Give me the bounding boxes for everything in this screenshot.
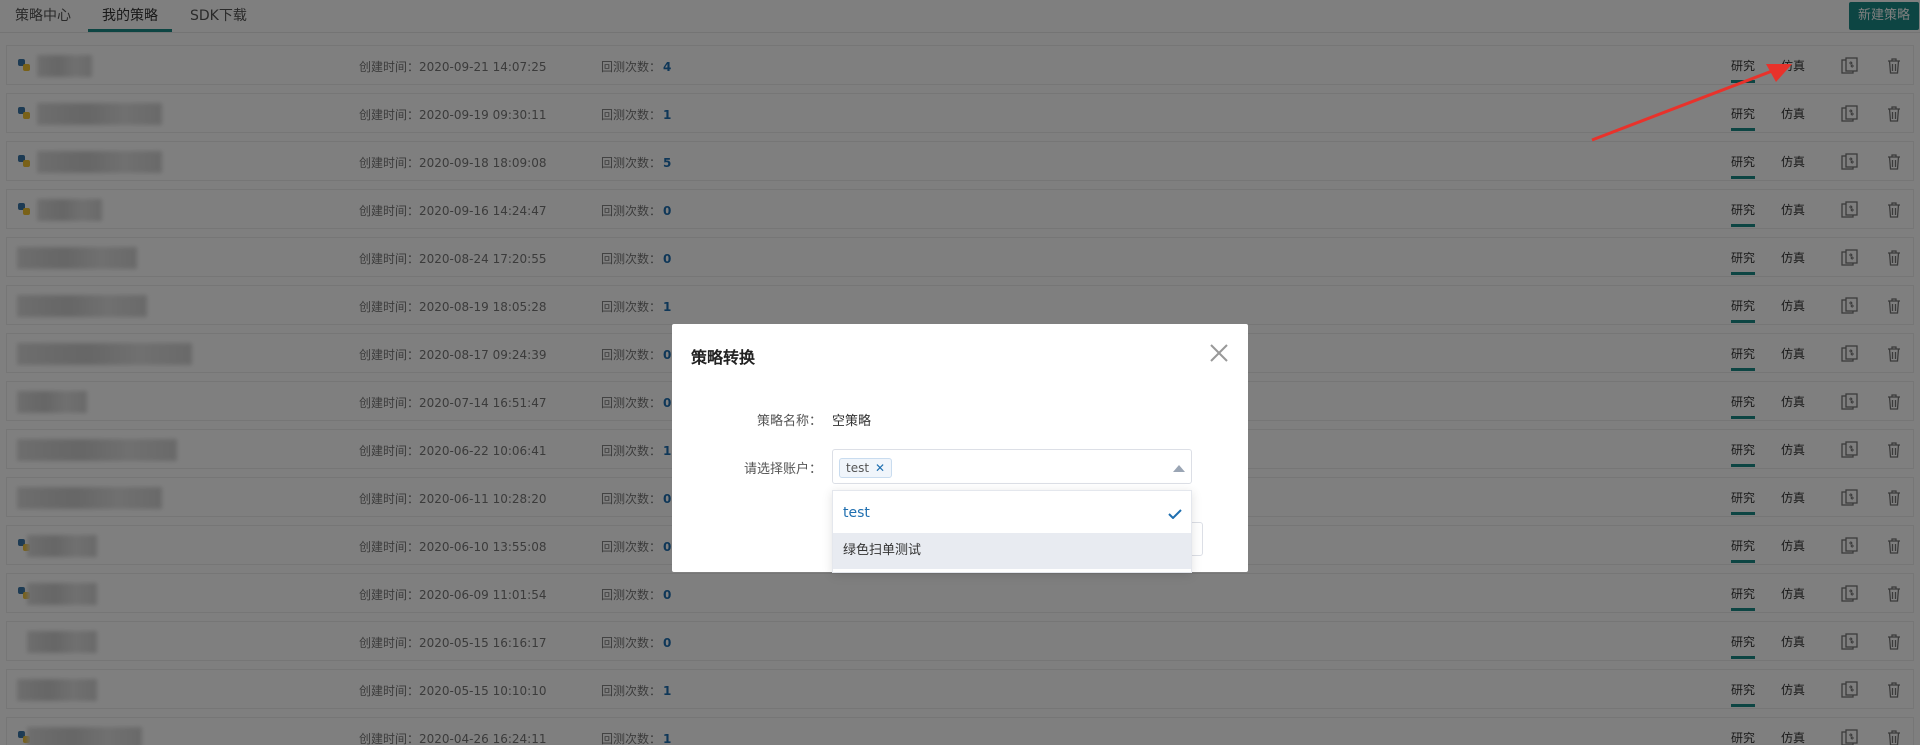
selected-account-tag: test ✕: [839, 458, 893, 478]
account-dropdown: test 绿色扫单测试: [832, 490, 1192, 573]
tag-remove-icon[interactable]: ✕: [875, 461, 885, 475]
account-option-test[interactable]: test: [833, 495, 1191, 531]
chevron-up-icon[interactable]: [1173, 465, 1185, 472]
account-select[interactable]: test ✕: [832, 449, 1192, 484]
tag-label: test: [846, 461, 870, 475]
option-label: 绿色扫单测试: [843, 543, 922, 558]
annotation-arrow-icon: [1591, 64, 1792, 142]
dialog-title: 策略转换: [691, 348, 756, 367]
account-option-green-scan[interactable]: 绿色扫单测试: [833, 533, 1191, 569]
close-icon[interactable]: [1208, 342, 1230, 364]
account-label: 请选择账户：: [743, 462, 822, 477]
option-label: test: [843, 505, 870, 521]
strategy-name-value: 空策略: [832, 414, 872, 429]
checkmark-icon: [1168, 509, 1182, 519]
strategy-name-label: 策略名称：: [756, 414, 822, 429]
